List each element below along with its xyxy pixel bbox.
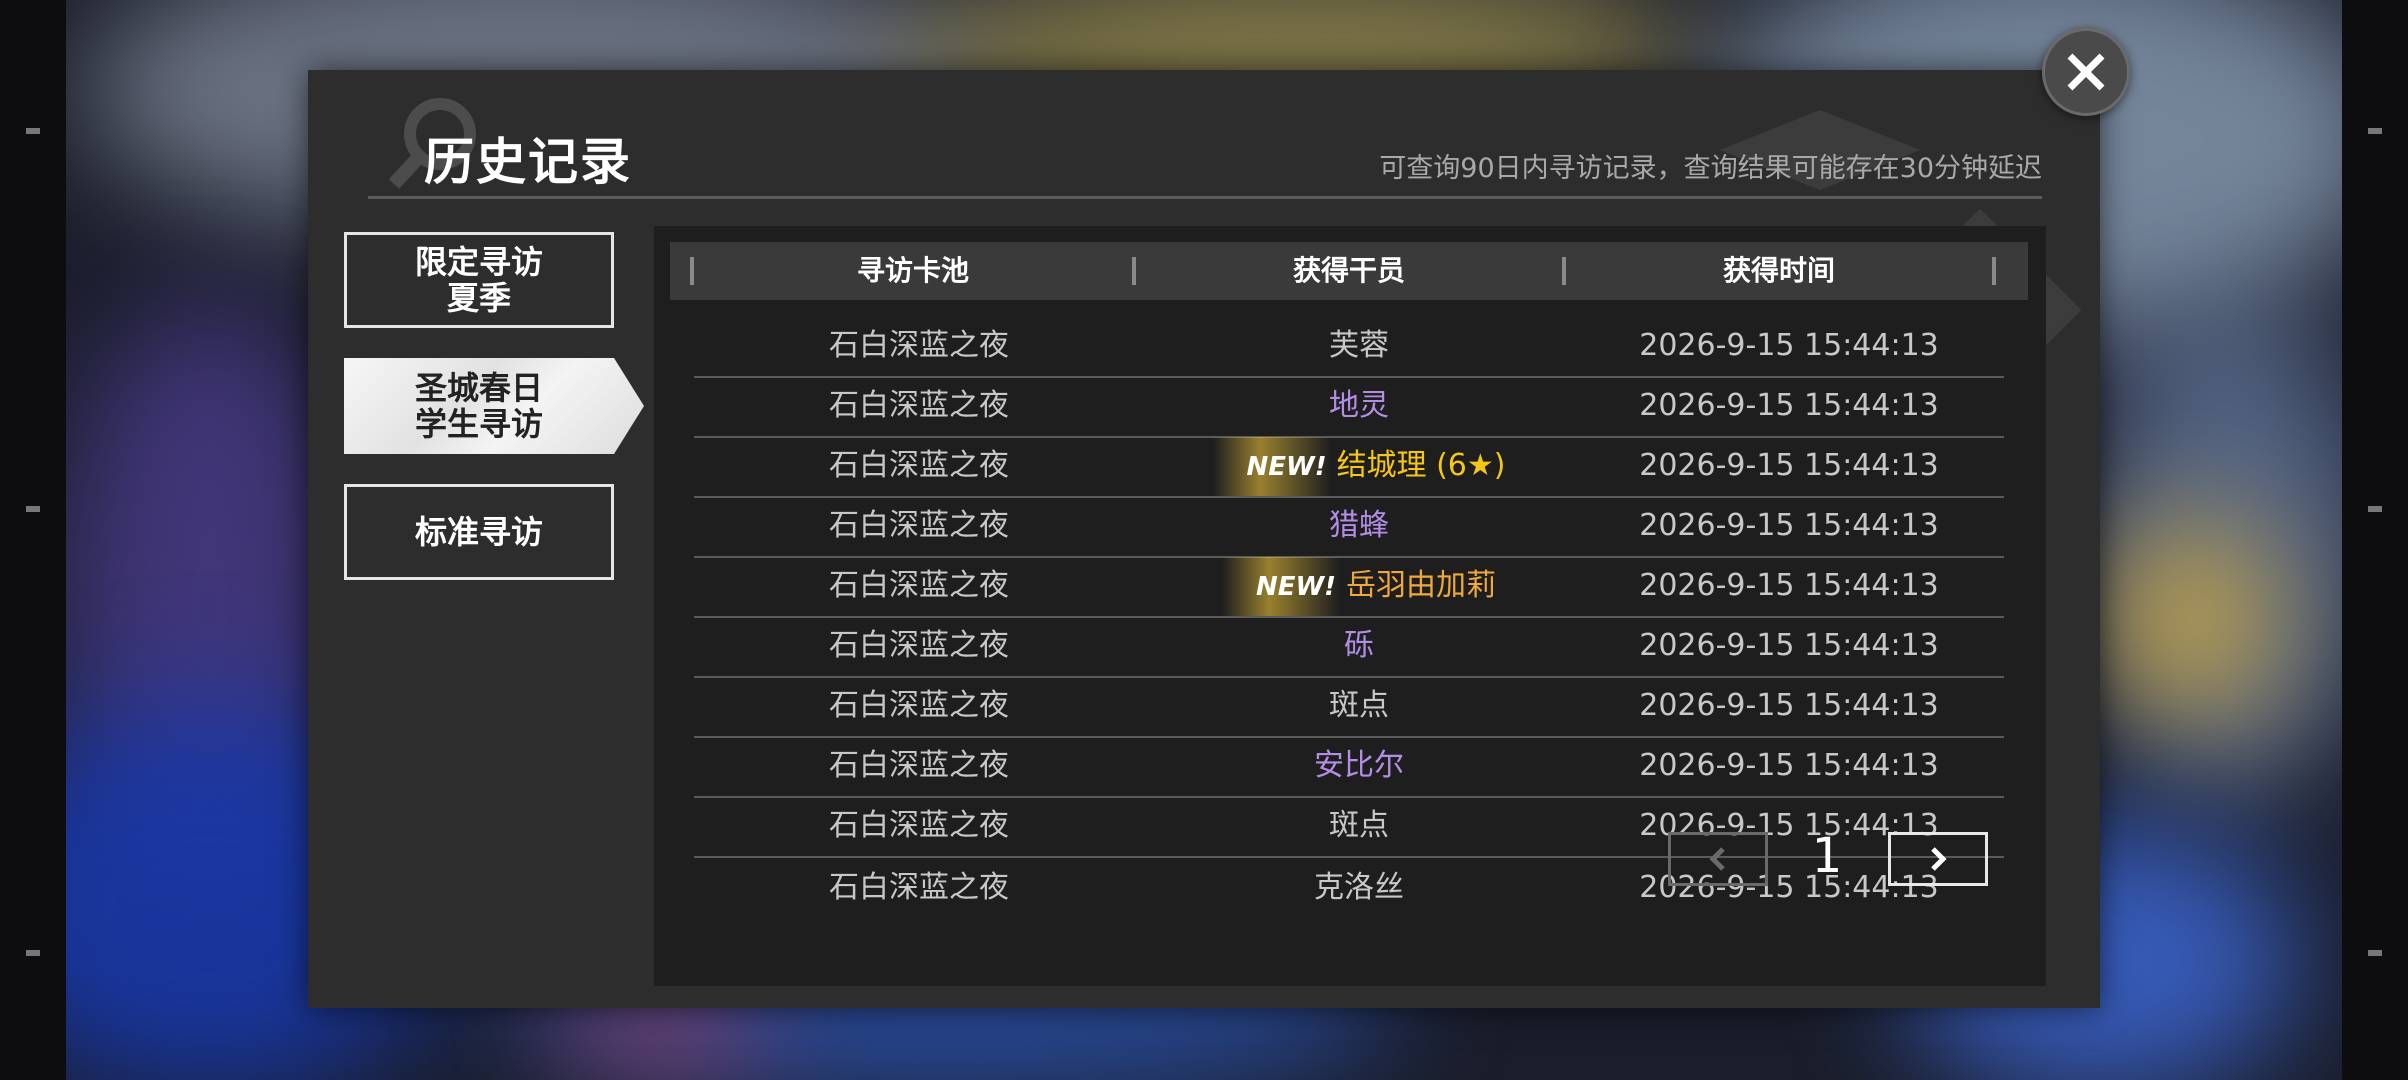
cell-pool: 石白深蓝之夜 — [829, 568, 1009, 603]
cell-pool: 石白深蓝之夜 — [829, 328, 1009, 363]
cell-pool: 石白深蓝之夜 — [829, 870, 1009, 905]
tab-label: 标准寻访 — [414, 513, 543, 551]
operator-name: 安比尔 — [1314, 748, 1404, 783]
tab-label-line2: 学生寻访 — [414, 405, 543, 443]
cell-time: 2026-9-15 15:44:13 — [1639, 568, 1939, 603]
cell-operator: 芙蓉 — [1144, 316, 1574, 376]
cell-operator: 猎蜂 — [1144, 496, 1574, 556]
tab-holy-city-spring[interactable]: 圣城春日 学生寻访 — [344, 358, 644, 454]
new-badge: NEW! — [1221, 557, 1341, 617]
header-pool: 寻访卡池 — [856, 254, 969, 287]
chevron-right-icon — [1931, 847, 1947, 871]
right-frame — [2342, 0, 2408, 1080]
close-icon — [2067, 53, 2105, 91]
operator-name: 结城理 (6★) — [1336, 448, 1506, 483]
next-page-button[interactable] — [1888, 832, 1988, 886]
cell-operator: 砾 — [1144, 616, 1574, 676]
cell-time: 2026-9-15 15:44:13 — [1639, 748, 1939, 783]
tab-label-line1: 圣城春日 — [414, 369, 543, 407]
cell-operator: 斑点 — [1144, 676, 1574, 736]
operator-name: 芙蓉 — [1329, 328, 1389, 363]
cell-pool: 石白深蓝之夜 — [829, 448, 1009, 483]
table-row: 石白深蓝之夜 猎蜂 2026-9-15 15:44:13 — [694, 496, 2004, 556]
operator-name: 斑点 — [1329, 808, 1389, 843]
table-row: 石白深蓝之夜 芙蓉 2026-9-15 15:44:13 — [694, 316, 2004, 376]
chevron-left-icon — [1709, 847, 1725, 871]
operator-name: 砾 — [1344, 628, 1374, 663]
cell-time: 2026-9-15 15:44:13 — [1639, 508, 1939, 543]
tab-limited-summer[interactable]: 限定寻访 夏季 — [344, 232, 614, 328]
tab-label-line2: 夏季 — [446, 279, 511, 317]
cell-pool: 石白深蓝之夜 — [829, 688, 1009, 723]
cell-operator: 克洛丝 — [1144, 858, 1574, 918]
cell-time: 2026-9-15 15:44:13 — [1639, 628, 1939, 663]
cell-pool: 石白深蓝之夜 — [829, 748, 1009, 783]
operator-name: 地灵 — [1329, 388, 1389, 423]
cell-pool: 石白深蓝之夜 — [829, 808, 1009, 843]
current-page: 1 — [1811, 828, 1843, 884]
operator-name: 克洛丝 — [1314, 870, 1404, 905]
new-badge: NEW! — [1212, 437, 1331, 497]
table-header: 寻访卡池 获得干员 获得时间 — [670, 242, 2028, 300]
cell-time: 2026-9-15 15:44:13 — [1639, 388, 1939, 423]
table-row: 石白深蓝之夜 安比尔 2026-9-15 15:44:13 — [694, 736, 2004, 796]
tab-standard[interactable]: 标准寻访 — [344, 484, 614, 580]
cell-time: 2026-9-15 15:44:13 — [1639, 688, 1939, 723]
cell-operator: NEW! 岳羽由加莉 — [1144, 556, 1574, 617]
cell-pool: 石白深蓝之夜 — [829, 628, 1009, 663]
table-row: 石白深蓝之夜 地灵 2026-9-15 15:44:13 — [694, 376, 2004, 436]
cell-time: 2026-9-15 15:44:13 — [1639, 448, 1939, 483]
prev-page-button[interactable] — [1668, 832, 1768, 886]
cell-operator: NEW! 结城理 (6★) — [1144, 436, 1574, 497]
operator-name: 猎蜂 — [1329, 508, 1389, 543]
cell-pool: 石白深蓝之夜 — [829, 508, 1009, 543]
table-row: 石白深蓝之夜 NEW! 岳羽由加莉 2026-9-15 15:44:13 — [694, 556, 2004, 617]
table-row: 石白深蓝之夜 NEW! 结城理 (6★) 2026-9-15 15:44:13 — [694, 436, 2004, 497]
query-hint: 可查询90日内寻访记录，查询结果可能存在30分钟延迟 — [1379, 153, 2042, 184]
history-dialog: 历史记录 可查询90日内寻访记录，查询结果可能存在30分钟延迟 限定寻访 夏季 … — [308, 70, 2100, 1008]
close-button[interactable] — [2042, 28, 2130, 116]
cell-time: 2026-9-15 15:44:13 — [1639, 328, 1939, 363]
header-operator: 获得干员 — [1292, 254, 1405, 287]
table-row: 石白深蓝之夜 斑点 2026-9-15 15:44:13 — [694, 676, 2004, 736]
operator-name: 斑点 — [1329, 688, 1389, 723]
cell-operator: 地灵 — [1144, 376, 1574, 436]
operator-name: 岳羽由加莉 — [1346, 568, 1497, 603]
table-row: 石白深蓝之夜 砾 2026-9-15 15:44:13 — [694, 616, 2004, 676]
dialog-title: 历史记录 — [424, 133, 632, 191]
header-separator — [1992, 257, 1996, 285]
tab-label-line1: 限定寻访 — [414, 243, 543, 281]
left-frame — [0, 0, 66, 1080]
cell-pool: 石白深蓝之夜 — [829, 388, 1009, 423]
header-time: 获得时间 — [1722, 254, 1835, 287]
title-divider — [368, 196, 2042, 199]
cell-operator: 安比尔 — [1144, 736, 1574, 796]
cell-operator: 斑点 — [1144, 796, 1574, 856]
